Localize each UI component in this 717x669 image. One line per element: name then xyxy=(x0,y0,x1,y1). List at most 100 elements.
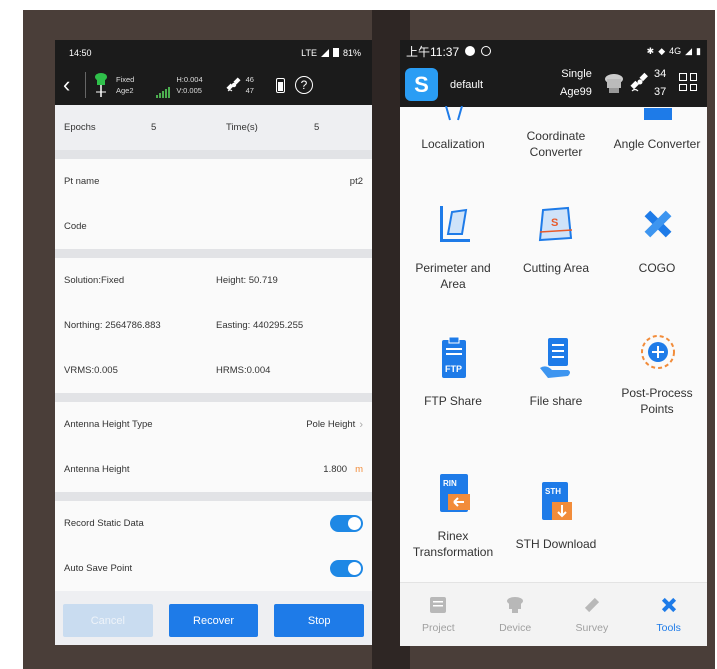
receiver-icon[interactable] xyxy=(604,73,624,95)
time-label: Time(s) xyxy=(226,122,258,133)
post-process-icon[interactable] xyxy=(640,330,676,374)
sats-visible: 47 xyxy=(245,86,254,95)
cogo-icon[interactable] xyxy=(640,204,676,244)
northing-row: Northing: 2564786.883 Easting: 440295.25… xyxy=(55,303,372,348)
right-phone-screen: 上午11:37 ✱ ◆ 4G ◢ ▮ S default Single Age9… xyxy=(400,40,707,646)
angle-converter-icon[interactable] xyxy=(640,106,676,124)
auto-save-label: Auto Save Point xyxy=(64,563,133,574)
left-phone-screen: 14:50 LTE 81% ‹ Fixed Age2 H:0.004 V:0.0… xyxy=(55,40,372,645)
age-status: Age99 xyxy=(560,86,592,98)
tool-sth-download[interactable]: STH Download xyxy=(505,536,607,552)
header-separator xyxy=(85,72,86,98)
perimeter-area-icon[interactable] xyxy=(436,204,472,244)
section-gap xyxy=(55,249,372,258)
cutting-area-icon[interactable]: S xyxy=(538,204,574,244)
h-precision: H:0.004 xyxy=(176,75,203,84)
grid-menu-icon[interactable] xyxy=(679,73,697,91)
tool-perimeter-area[interactable]: Perimeter and Area xyxy=(402,260,504,292)
svg-text:S: S xyxy=(551,217,558,229)
battery-icon xyxy=(275,77,285,93)
tool-rinex[interactable]: Rinex Transformation xyxy=(402,528,504,560)
antenna-type-label: Antenna Height Type xyxy=(64,419,153,430)
tools-icon xyxy=(659,595,679,615)
help-icon[interactable]: ? xyxy=(294,76,313,94)
easting-text: Easting: 440295.255 xyxy=(216,320,304,331)
code-row[interactable]: Code xyxy=(55,204,372,249)
tool-ftp-share[interactable]: FTP Share xyxy=(402,393,504,409)
wifi-icon: ◆ xyxy=(658,45,666,56)
nav-tools[interactable]: Tools xyxy=(630,583,707,646)
recover-button[interactable]: Recover xyxy=(168,604,259,637)
age-status: Age2 xyxy=(116,86,134,95)
nav-project[interactable]: Project xyxy=(400,583,477,646)
pt-name-row[interactable]: Pt name pt2 xyxy=(55,159,372,204)
battery-percent: 81% xyxy=(342,47,361,58)
bluetooth-icon: ✱ xyxy=(646,45,655,56)
auto-save-toggle[interactable] xyxy=(330,560,363,577)
nav-project-label: Project xyxy=(422,622,455,634)
pt-name-input[interactable]: pt2 xyxy=(350,176,363,187)
signal-bars-icon xyxy=(156,86,171,98)
back-arrow-icon[interactable]: ‹ xyxy=(63,74,79,96)
svg-text:FTP: FTP xyxy=(445,364,462,374)
epochs-row: Epochs 5 Time(s) 5 xyxy=(55,105,372,150)
chevron-right-icon: › xyxy=(359,418,363,431)
rinex-icon[interactable]: RIN xyxy=(436,472,472,516)
record-static-row: Record Static Data xyxy=(55,501,372,546)
hrms-text: HRMS:0.004 xyxy=(216,365,271,376)
project-name[interactable]: default xyxy=(450,79,483,91)
antenna-type-value[interactable]: Pole Height xyxy=(306,419,355,430)
antenna-type-row[interactable]: Antenna Height Type Pole Height › xyxy=(55,402,372,447)
record-static-toggle[interactable] xyxy=(330,515,363,532)
sats-visible: 37 xyxy=(654,86,667,98)
notification-icon xyxy=(465,46,476,56)
network-label: 4G xyxy=(669,46,682,56)
file-share-icon[interactable] xyxy=(538,336,574,380)
antenna-height-input[interactable]: 1.800 xyxy=(323,464,347,475)
antenna-height-unit: m xyxy=(355,464,363,475)
localization-icon[interactable] xyxy=(436,105,472,124)
tool-cogo[interactable]: COGO xyxy=(606,260,707,276)
epochs-label: Epochs xyxy=(64,122,96,133)
section-gap xyxy=(55,150,372,159)
section-gap xyxy=(55,492,372,501)
svg-text:RIN: RIN xyxy=(443,479,457,488)
time-value: 5 xyxy=(314,122,320,133)
battery-icon: ▮ xyxy=(696,45,701,56)
nav-survey[interactable]: Survey xyxy=(554,583,631,646)
nav-device[interactable]: Device xyxy=(477,583,554,646)
status-bar: 上午11:37 ✱ ◆ 4G ◢ ▮ xyxy=(400,40,707,62)
tool-post-process[interactable]: Post-Process Points xyxy=(606,385,707,417)
satellite-icon[interactable] xyxy=(629,71,651,95)
nav-device-label: Device xyxy=(499,622,532,634)
ftp-share-icon[interactable]: FTP xyxy=(436,336,472,380)
code-label: Code xyxy=(64,221,87,232)
cancel-button[interactable]: Cancel xyxy=(63,604,153,637)
northing-text: Northing: 2564786.883 xyxy=(64,320,161,331)
tool-cutting-area[interactable]: Cutting Area xyxy=(505,260,607,276)
rms-row: VRMS:0.005 HRMS:0.004 xyxy=(55,348,372,393)
v-precision: V:0.005 xyxy=(176,86,202,95)
epochs-value: 5 xyxy=(151,122,157,133)
satellite-icon xyxy=(225,76,243,94)
auto-save-row: Auto Save Point xyxy=(55,546,372,591)
tool-coordinate-converter[interactable]: Coordinate Converter xyxy=(505,128,607,160)
stop-button[interactable]: Stop xyxy=(274,604,365,637)
project-icon xyxy=(428,595,448,615)
sth-download-icon[interactable]: STH xyxy=(538,480,574,524)
app-logo-icon[interactable]: S xyxy=(405,68,438,101)
nav-survey-label: Survey xyxy=(575,622,609,634)
tool-angle-converter[interactable]: Angle Converter xyxy=(606,136,707,152)
app-header: S default Single Age99 34 37 xyxy=(400,62,707,107)
status-time: 上午11:37 xyxy=(406,44,460,59)
network-label: LTE xyxy=(301,47,317,58)
tool-localization[interactable]: Localization xyxy=(402,136,504,152)
pt-name-label: Pt name xyxy=(64,176,100,187)
device-icon xyxy=(505,595,525,615)
record-static-label: Record Static Data xyxy=(64,518,144,529)
action-buttons: Cancel Recover Stop xyxy=(55,597,372,645)
cell-signal-icon xyxy=(320,48,329,57)
antenna-height-row[interactable]: Antenna Height 1.800 m xyxy=(55,447,372,492)
tool-file-share[interactable]: File share xyxy=(505,393,607,409)
sats-used: 34 xyxy=(654,68,667,80)
